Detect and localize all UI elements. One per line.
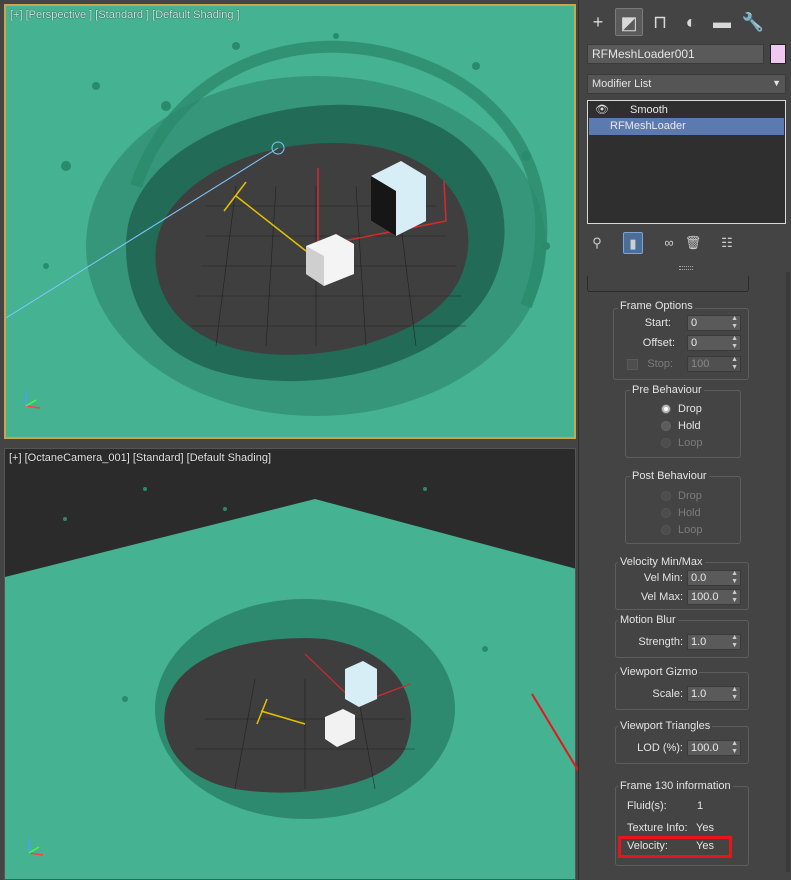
pre-drop-label: Drop	[678, 403, 702, 415]
remove-modifier-icon[interactable]: 🗑	[683, 232, 703, 254]
vel-min-label: Vel Min:	[643, 572, 683, 584]
lod-spinner[interactable]: 100.0 ▲ ▼	[687, 740, 741, 756]
strength-spinner[interactable]: 1.0 ▲ ▼	[687, 634, 741, 650]
lod-value: 100.0	[691, 742, 719, 754]
spinner-arrows-icon[interactable]: ▲ ▼	[731, 315, 738, 331]
spinner-arrows-icon[interactable]: ▲ ▼	[731, 740, 738, 756]
object-name-field[interactable]: RFMeshLoader001	[587, 44, 764, 64]
stop-value: 100	[691, 358, 710, 370]
show-end-result-icon[interactable]: ▮	[623, 232, 643, 254]
frame-information-title: Frame 130 information	[618, 780, 733, 792]
scale-label: Scale:	[652, 688, 683, 700]
pre-loop-label: Loop	[678, 437, 703, 449]
offset-label: Offset:	[642, 337, 675, 349]
post-hold-label: Hold	[678, 507, 701, 519]
start-label: Start:	[644, 317, 671, 329]
post-loop-label: Loop	[678, 524, 703, 536]
pre-behaviour-title: Pre Behaviour	[630, 384, 704, 396]
post-drop-label: Drop	[678, 490, 702, 502]
offset-value: 0	[691, 337, 698, 349]
scale-spinner[interactable]: 1.0 ▲ ▼	[687, 686, 741, 702]
stack-item-label: Smooth	[630, 104, 668, 116]
stop-checkbox[interactable]	[627, 359, 638, 370]
texture-info-value: Yes	[696, 822, 714, 834]
pre-loop-radio[interactable]	[661, 438, 671, 448]
stop-spinner[interactable]: 100 ▲ ▼	[687, 356, 741, 372]
viewport-label-perspective[interactable]: [+] [Perspective ] [Standard ] [Default …	[10, 9, 240, 21]
configure-sets-icon[interactable]: ☷	[717, 232, 737, 254]
texture-info-label: Texture Info:	[627, 822, 688, 834]
strength-label: Strength:	[638, 636, 683, 648]
motion-blur-title: Motion Blur	[618, 614, 678, 626]
strength-value: 1.0	[691, 636, 707, 648]
panel-scrollbar[interactable]	[786, 272, 790, 872]
create-icon[interactable]: +	[584, 8, 612, 36]
offset-spinner[interactable]: 0 ▲ ▼	[687, 335, 741, 351]
start-spinner[interactable]: 0 ▲ ▼	[687, 315, 741, 331]
object-color-swatch[interactable]	[770, 44, 786, 64]
fluids-label: Fluid(s):	[627, 800, 667, 812]
post-loop-radio[interactable]	[661, 525, 671, 535]
start-value: 0	[691, 317, 698, 329]
pre-hold-radio[interactable]	[661, 421, 671, 431]
scale-value: 1.0	[691, 688, 707, 700]
velocity-highlight-box	[618, 836, 732, 858]
display-icon[interactable]: ▬	[708, 8, 736, 36]
pre-drop-radio[interactable]	[661, 404, 671, 414]
stack-item-smooth[interactable]: 👁 Smooth	[589, 102, 784, 119]
vel-min-spinner[interactable]: 0.0 ▲ ▼	[687, 570, 741, 586]
modifier-list-dropdown[interactable]: Modifier List ▼	[587, 74, 786, 94]
pin-stack-icon[interactable]: ⚲	[587, 232, 607, 254]
velocity-minmax-title: Velocity Min/Max	[618, 556, 705, 568]
spinner-arrows-icon[interactable]: ▲ ▼	[731, 570, 738, 586]
make-unique-icon[interactable]: ∞	[659, 232, 679, 254]
spinner-arrows-icon[interactable]: ▲ ▼	[731, 634, 738, 650]
panel-resize-handle[interactable]	[679, 266, 693, 270]
stop-label: Stop:	[647, 358, 673, 370]
vel-min-value: 0.0	[691, 572, 707, 584]
post-behaviour-title: Post Behaviour	[630, 470, 709, 482]
vel-max-value: 100.0	[691, 591, 719, 603]
motion-icon[interactable]: ◐	[677, 8, 705, 36]
viewport-label-camera[interactable]: [+] [OctaneCamera_001] [Standard] [Defau…	[9, 452, 271, 464]
spinner-arrows-icon[interactable]: ▲ ▼	[731, 356, 738, 372]
post-hold-radio[interactable]	[661, 508, 671, 518]
viewport-gizmo-title: Viewport Gizmo	[618, 666, 700, 678]
command-panel-tabs: + ◩ ⊓ ◐ ▬ 🔧	[579, 6, 791, 40]
stack-item-rfmeshloader[interactable]: RFMeshLoader	[589, 118, 784, 135]
command-panel: + ◩ ⊓ ◐ ▬ 🔧 RFMeshLoader001 Modifier Lis…	[578, 0, 791, 880]
perspective-viewport[interactable]: [+] [Perspective ] [Standard ] [Default …	[4, 4, 576, 439]
stack-item-label: RFMeshLoader	[610, 120, 686, 132]
vel-max-label: Vel Max:	[640, 591, 683, 603]
spinner-arrows-icon[interactable]: ▲ ▼	[731, 335, 738, 351]
post-drop-radio[interactable]	[661, 491, 671, 501]
frame-options-title: Frame Options	[618, 300, 695, 312]
spinner-arrows-icon[interactable]: ▲ ▼	[731, 686, 738, 702]
viewport-triangles-title: Viewport Triangles	[618, 720, 713, 732]
perspective-scene	[6, 6, 574, 437]
pre-hold-label: Hold	[678, 420, 701, 432]
fluids-value: 1	[697, 800, 704, 812]
spinner-arrows-icon[interactable]: ▲ ▼	[731, 589, 738, 605]
rollout-top-edge	[587, 276, 749, 292]
chevron-down-icon: ▼	[772, 78, 781, 88]
modifier-list-label: Modifier List	[592, 78, 652, 90]
lod-label: LOD (%):	[637, 742, 683, 754]
modifier-stack[interactable]: 👁 Smooth RFMeshLoader	[587, 100, 786, 224]
vel-max-spinner[interactable]: 100.0 ▲ ▼	[687, 589, 741, 605]
camera-scene	[5, 449, 575, 879]
camera-viewport[interactable]: [+] [OctaneCamera_001] [Standard] [Defau…	[4, 448, 576, 880]
utilities-icon[interactable]: 🔧	[739, 8, 767, 36]
modify-icon[interactable]: ◩	[615, 8, 643, 36]
hierarchy-icon[interactable]: ⊓	[646, 8, 674, 36]
stack-toolbar: ⚲ ▮ ∞ 🗑 ☷	[587, 232, 786, 254]
eye-icon[interactable]: 👁	[595, 103, 609, 116]
